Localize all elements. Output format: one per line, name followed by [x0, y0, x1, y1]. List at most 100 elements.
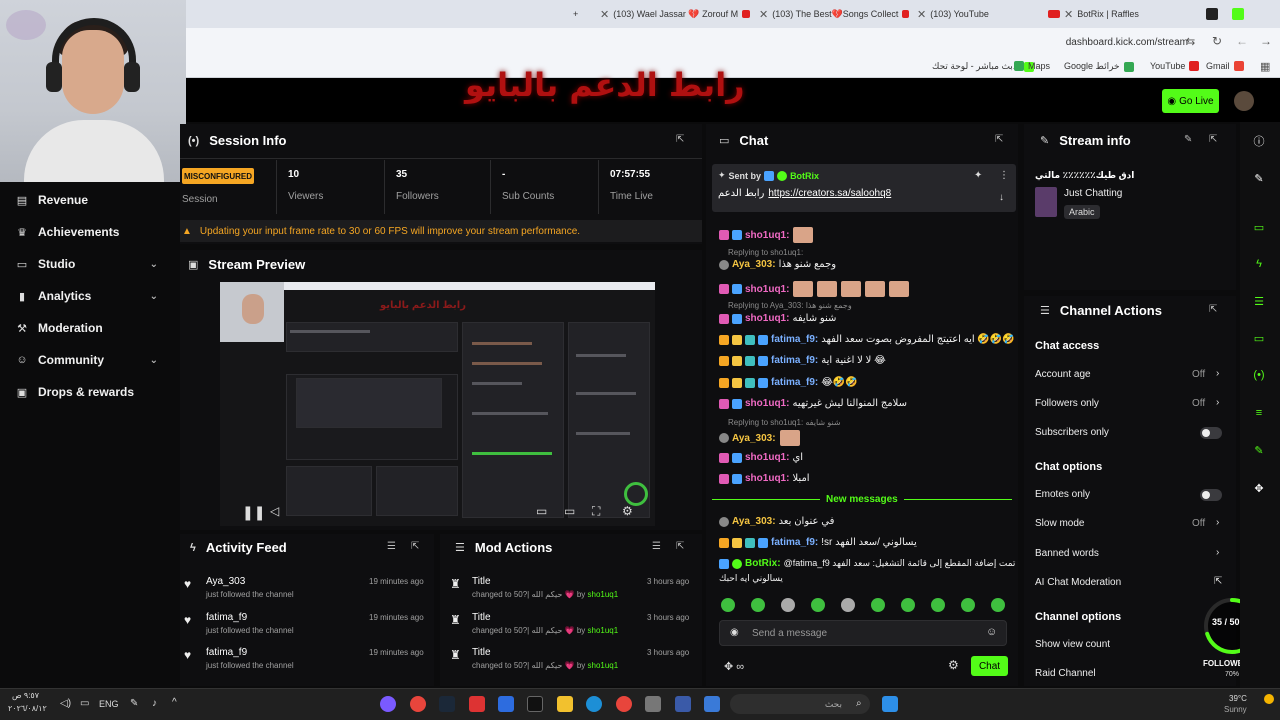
bookmark[interactable]: Gmail	[1206, 61, 1244, 71]
new-tab-button[interactable]: +	[573, 6, 578, 22]
filter-icon[interactable]: ☰	[387, 541, 396, 552]
reload-icon[interactable]: ↻	[1212, 34, 1222, 48]
popout-icon[interactable]: ⇱	[1209, 304, 1217, 315]
app-icon[interactable]	[527, 696, 543, 712]
subscribers-only-toggle[interactable]	[1200, 427, 1222, 439]
chat-message[interactable]: BotRix: @fatima_f9 تمت إضافة المقطع إلى ق…	[719, 558, 1015, 569]
forward-icon[interactable]: →	[1260, 34, 1272, 48]
settings-icon[interactable]: ⚙	[622, 504, 633, 518]
new-messages-divider[interactable]: New messages	[712, 494, 1012, 506]
clock-time[interactable]: ٩:٥٧ ص	[12, 691, 39, 700]
close-icon[interactable]: ✕	[1064, 8, 1073, 21]
chevron-right-icon[interactable]: ›	[1216, 368, 1219, 379]
browser-tab[interactable]: ✕ (103) Wael Jassar 💔 Zorouf M	[600, 6, 750, 22]
chat-icon[interactable]: ▭	[1250, 329, 1268, 347]
sidebar-item-studio[interactable]: ▭ Studio ⌄	[16, 254, 158, 274]
chat-message[interactable]: sho1uq1:	[719, 227, 814, 243]
back-icon[interactable]: ←	[1236, 34, 1248, 48]
stream-preview-video[interactable]: رابط الدعم بالبايو ❚❚ ◁ ▭ ▭ ⛶ ⚙	[220, 282, 655, 526]
app-icon[interactable]	[675, 696, 691, 712]
app-icon[interactable]	[469, 696, 485, 712]
emote-icon[interactable]	[871, 598, 885, 612]
browser-tab[interactable]: ✕ BotRix | Raffles	[1048, 6, 1198, 22]
chat-input[interactable]: ◉ Send a message ☺	[719, 620, 1007, 646]
feed-user[interactable]: fatima_f9	[206, 647, 247, 658]
network-icon[interactable]: ▭	[80, 698, 89, 709]
avatar[interactable]	[1234, 91, 1254, 111]
video-icon[interactable]: ▭	[1250, 218, 1268, 236]
app-icon[interactable]	[498, 696, 514, 712]
category-label[interactable]: Just Chatting	[1064, 188, 1122, 199]
url-text[interactable]: dashboard.kick.com/stream	[1066, 37, 1188, 48]
emote-icon[interactable]	[991, 598, 1005, 612]
close-icon[interactable]: ✕	[759, 8, 768, 21]
unpin-icon[interactable]: ✦	[974, 170, 982, 181]
points-icon[interactable]: ✥	[1250, 479, 1268, 497]
feed-user[interactable]: Aya_303	[206, 576, 245, 587]
chevron-right-icon[interactable]: ›	[1216, 547, 1219, 558]
account-age-setting[interactable]: Account age	[1035, 369, 1091, 380]
list-icon[interactable]: ☰	[1250, 292, 1268, 310]
stack-icon[interactable]: ≡	[1250, 404, 1268, 422]
mute-icon[interactable]: ◁	[270, 504, 279, 518]
slow-mode-setting[interactable]: Slow mode	[1035, 518, 1084, 529]
reply-reference[interactable]: Replying to Aya_303: وجمع شنو هذا	[728, 301, 852, 310]
emote-icon[interactable]	[901, 598, 915, 612]
pen-icon[interactable]: ✎	[130, 698, 138, 709]
banned-words-setting[interactable]: Banned words	[1035, 548, 1099, 559]
mic-icon[interactable]: ♪	[152, 698, 157, 709]
chat-message[interactable]: sho1uq1: اي	[719, 452, 803, 463]
emote-icon[interactable]	[781, 598, 795, 612]
ai-moderation-setting[interactable]: AI Chat Moderation	[1035, 577, 1121, 588]
browser-tab[interactable]: ✕ (103) The Best💔Songs Collect	[759, 6, 909, 22]
edit-icon[interactable]: ✎	[1184, 134, 1192, 145]
sidebar-item-community[interactable]: ☺ Community ⌄	[16, 350, 158, 370]
signal-icon[interactable]: (•)	[1250, 366, 1268, 384]
chat-message[interactable]: fatima_f9: لا لا اغنية اية 😂	[719, 355, 886, 366]
bolt-icon[interactable]: ϟ	[1250, 255, 1268, 273]
pinned-message[interactable]: ✦ Sent by BotRix رابط الدعم https://crea…	[712, 164, 1016, 212]
volume-icon[interactable]: ◁)	[60, 698, 71, 709]
emote-icon[interactable]	[811, 598, 825, 612]
windows-icon[interactable]	[882, 696, 898, 712]
chat-message[interactable]: fatima_f9: 😂🤣🤣	[719, 377, 858, 388]
sidebar-item-revenue[interactable]: ▤ Revenue	[16, 190, 158, 210]
close-icon[interactable]: ✕	[600, 8, 609, 21]
pip-icon[interactable]: ▭	[536, 504, 547, 518]
popout-icon[interactable]: ⇱	[995, 134, 1003, 145]
emotes-only-toggle[interactable]	[1200, 489, 1222, 501]
chat-message[interactable]: sho1uq1:	[719, 281, 910, 297]
close-icon[interactable]: ✕	[917, 8, 926, 21]
bookmark[interactable]: Google خرائط	[1064, 61, 1134, 72]
filter-icon[interactable]: ☰	[652, 541, 661, 552]
emote-icon[interactable]	[721, 598, 735, 612]
chevron-right-icon[interactable]: ›	[1216, 517, 1219, 528]
bookmark[interactable]: Maps	[1014, 61, 1050, 71]
language-indicator[interactable]: ENG	[99, 699, 119, 709]
kick-tab-icon[interactable]	[1232, 8, 1244, 20]
reply-reference[interactable]: Replying to sho1uq1:	[728, 248, 803, 257]
chat-message[interactable]: Aya_303: في عنوان بعد	[719, 516, 834, 527]
settings-icon[interactable]	[645, 696, 661, 712]
reply-reference[interactable]: Replying to sho1uq1: شنو شايفه	[728, 418, 841, 427]
send-chat-button[interactable]: Chat	[971, 656, 1008, 676]
chat-message[interactable]: Aya_303: وجمع شنو هذا	[719, 259, 836, 270]
pinned-link[interactable]: https://creators.sa/saloohq8	[768, 188, 891, 199]
info-icon[interactable]: ⓘ	[1250, 132, 1268, 150]
theater-icon[interactable]: ▭	[564, 504, 575, 518]
chat-message[interactable]: fatima_f9: !sr يسالوني /سعد الفهد	[719, 537, 917, 548]
edge-icon[interactable]	[586, 696, 602, 712]
sidebar-item-drops[interactable]: ▣ Drops & rewards	[16, 382, 158, 402]
chrome-icon[interactable]	[410, 696, 426, 712]
bookmark[interactable]: YouTube	[1150, 61, 1200, 71]
chrome-icon[interactable]	[616, 696, 632, 712]
address-bar[interactable]: dashboard.kick.com/stream ⇆ ↻ ← →	[186, 28, 1280, 56]
chat-message[interactable]: Aya_303:	[719, 430, 800, 446]
sidebar-item-moderation[interactable]: ⚒ Moderation	[16, 318, 158, 338]
sidebar-item-analytics[interactable]: ▮ Analytics ⌄	[16, 286, 158, 306]
chevron-right-icon[interactable]: ›	[1216, 397, 1219, 408]
popout-icon[interactable]: ⇱	[1209, 134, 1217, 145]
search-input[interactable]: بحث	[730, 694, 870, 714]
fullscreen-icon[interactable]: ⛶	[592, 504, 600, 519]
apps-grid-icon[interactable]: ▦	[1260, 60, 1270, 73]
